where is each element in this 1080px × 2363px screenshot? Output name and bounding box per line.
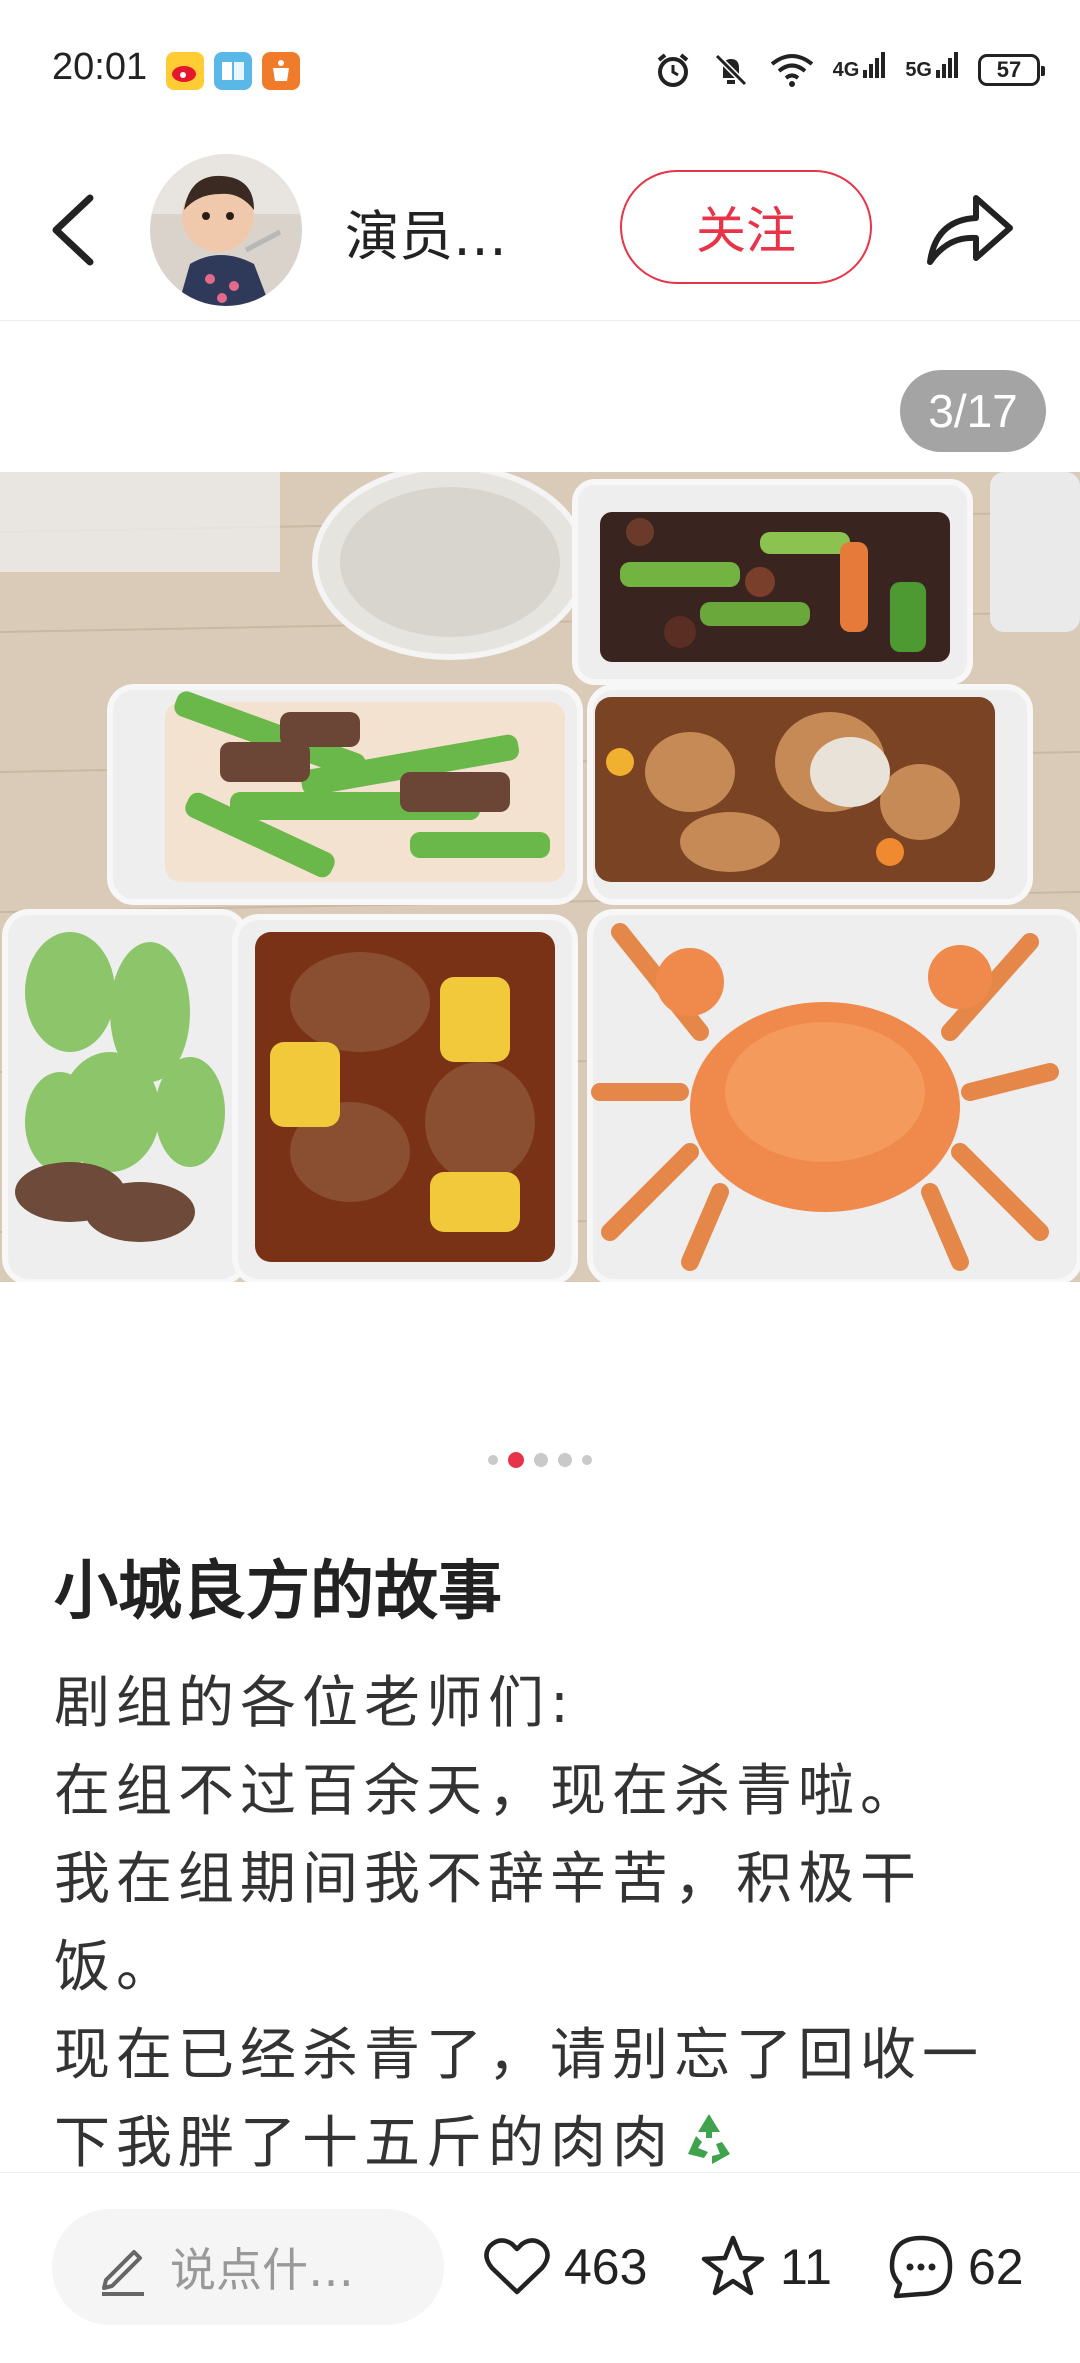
share-icon[interactable] [918,180,1018,280]
network-label-4g: 4G [832,58,860,81]
signal-5g: 5G [905,51,960,82]
comment-bubble-icon [889,2235,953,2299]
avatar[interactable] [150,154,302,306]
heart-icon [484,2238,550,2295]
favorite-count: 11 [780,2239,832,2295]
signal-bars-icon [863,51,886,78]
follow-button[interactable]: 关注 [620,170,872,284]
post-line: 现在已经杀青了，请别忘了回收一下我胖了十五斤的肉肉 [54,2023,984,2176]
signal-bars-icon [936,51,958,78]
weibo-icon [166,52,204,90]
comment-button[interactable]: 62 [884,2229,1024,2305]
like-button[interactable]: 463 [480,2229,647,2305]
pager-dot [534,1453,548,1467]
pager-dot-active [508,1452,524,1468]
shop-icon [262,52,300,90]
network-label-5g: 5G [905,58,932,81]
post-line-with-emoji: 现在已经杀青了，请别忘了回收一下我胖了十五斤的肉肉 [54,2012,1044,2188]
back-icon[interactable] [40,190,110,270]
username[interactable]: 演员… [345,192,507,271]
wifi-icon [770,54,813,87]
battery-level: 57 [996,57,1022,82]
bottom-action-bar: 说点什… 463 11 62 [0,2172,1080,2363]
comment-count: 62 [968,2239,1024,2295]
comment-placeholder: 说点什… [170,2243,354,2297]
reader-icon [214,52,252,90]
status-bar: 20:01 4G 5G 57 [0,0,1080,120]
mute-icon [714,53,747,87]
pager-dot [558,1453,572,1467]
pager-dot [582,1455,592,1465]
recycle-icon [688,2114,730,2164]
image-counter: 3/17 [900,370,1046,452]
signal-4g: 4G [832,51,888,82]
post-line: 在组不过百余天，现在杀青啦。 [54,1759,922,1824]
post-line: 我在组期间我不辞辛苦，积极干饭。 [54,1847,922,2000]
like-count: 463 [564,2239,648,2295]
pager-dot [488,1455,498,1465]
post-photo[interactable] [0,472,1080,1282]
comment-input[interactable]: 说点什… [52,2209,444,2325]
status-time: 20:01 [52,46,148,88]
favorite-button[interactable]: 11 [696,2229,832,2305]
post-body: 剧组的各位老师们: 在组不过百余天，现在杀青啦。 我在组期间我不辞辛苦，积极干饭… [54,1660,1044,2188]
status-right-group: 4G 5G 57 [653,48,1045,92]
image-pager [0,1452,1080,1468]
alarm-icon [657,53,688,87]
pen-icon [102,2250,144,2296]
post-title: 小城良方的故事 [54,1555,502,1629]
post-line: 剧组的各位老师们: [54,1671,575,1736]
post-header: 演员… 关注 [0,140,1080,321]
battery-icon: 57 [978,54,1045,86]
star-icon [701,2235,765,2296]
